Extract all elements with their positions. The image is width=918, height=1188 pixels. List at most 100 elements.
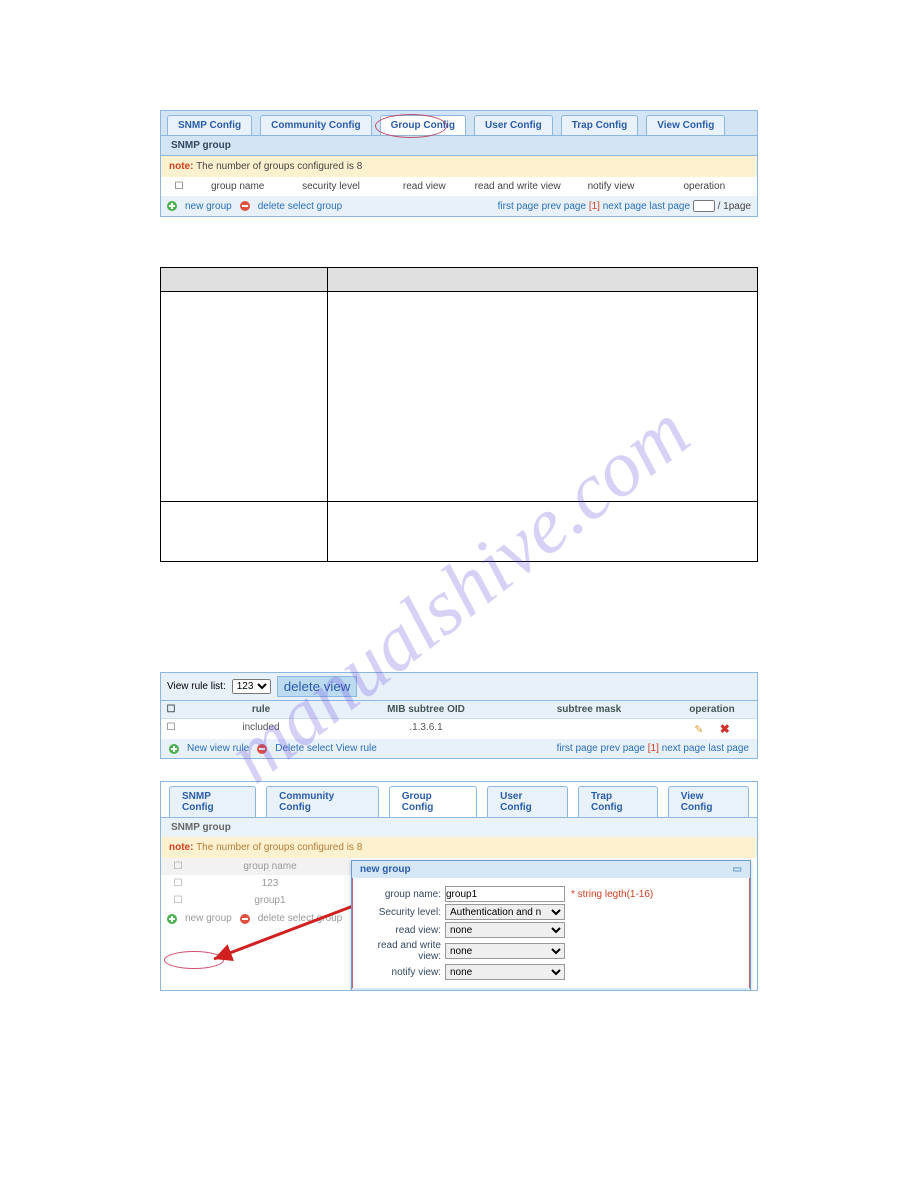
annotation-circle (164, 951, 224, 969)
delete-row-icon[interactable]: ✖ (716, 719, 734, 739)
pager: first page prev page [1] next page last … (498, 200, 751, 212)
delete-icon (240, 201, 250, 211)
col-notify-view: notify view (564, 181, 657, 192)
table-row: ☐ included .1.3.6.1 ✎ ✖ (161, 719, 757, 739)
plus-icon (169, 744, 179, 754)
col-group-name: group name (191, 181, 284, 192)
view-rule-toolbar: View rule list: 123 delete view (161, 673, 757, 701)
notify-view-select[interactable]: none (445, 964, 565, 980)
note-label: note: (169, 842, 193, 853)
new-group-link[interactable]: new group (185, 913, 232, 924)
table-row: ☐123 (161, 875, 351, 892)
group-config-with-dialog: SNMP Config Community Config Group Confi… (160, 781, 758, 991)
col-operation: operation (667, 701, 757, 718)
plus-icon (167, 914, 177, 924)
page-input[interactable] (693, 200, 715, 212)
delete-select-group-link[interactable]: delete select group (258, 201, 343, 212)
col-subtree-mask: subtree mask (511, 701, 667, 718)
tab-community-config[interactable]: Community Config (260, 115, 371, 135)
close-icon[interactable]: ▭ (733, 864, 742, 875)
cell-mask (511, 719, 667, 739)
tab-trap-config[interactable]: Trap Config (578, 786, 658, 817)
tab-bar: SNMP Config Community Config Group Confi… (161, 111, 757, 136)
dialog-titlebar: new group ▭ (352, 861, 750, 878)
tab-group-config[interactable]: Group Config (380, 115, 466, 135)
dialog-body: group name: * string legth(1-16) Securit… (352, 878, 750, 988)
rw-view-select[interactable]: none (445, 943, 565, 959)
panel-subheader: SNMP group (161, 818, 757, 837)
note-banner: note: The number of groups configured is… (161, 156, 757, 177)
pager: first page prev page [1] next page last … (557, 743, 749, 754)
next-page-link[interactable]: next page (662, 743, 706, 754)
tab-view-config[interactable]: View Config (646, 115, 725, 135)
view-rule-header: ☐ rule MIB subtree OID subtree mask oper… (161, 701, 757, 719)
note-text: The number of groups configured is 8 (196, 842, 362, 853)
current-page: [1] (589, 201, 600, 212)
select-all-checkbox[interactable]: ☐ (161, 701, 181, 718)
col-rule: rule (181, 701, 341, 718)
table-footer-row: new group delete select group first page… (161, 196, 757, 216)
tab-group-config[interactable]: Group Config (389, 786, 477, 817)
new-group-link[interactable]: new group (185, 201, 232, 212)
group-name-input[interactable] (445, 886, 565, 902)
tab-user-config[interactable]: User Config (487, 786, 568, 817)
new-group-dialog: new group ▭ group name: * string legth(1… (351, 860, 751, 991)
security-level-label: Security level: (363, 907, 441, 918)
group-name-hint: * string legth(1-16) (571, 889, 653, 900)
view-rule-footer: New view rule Delete select View rule fi… (161, 739, 757, 758)
view-rule-select[interactable]: 123 (232, 679, 271, 694)
rw-view-label: read and write view: (363, 940, 441, 962)
note-banner: note: The number of groups configured is… (161, 837, 757, 858)
first-page-link[interactable]: first page (498, 201, 539, 212)
row-checkbox[interactable]: ☐ (161, 719, 181, 739)
col-security-level: security level (284, 181, 377, 192)
tab-user-config[interactable]: User Config (474, 115, 553, 135)
tab-trap-config[interactable]: Trap Config (561, 115, 639, 135)
prev-page-link[interactable]: prev page (542, 201, 586, 212)
edit-icon[interactable]: ✎ (690, 721, 707, 739)
table-header: ☐ group name security level read view re… (161, 177, 757, 196)
view-rule-panel: View rule list: 123 delete view ☐ rule M… (160, 672, 758, 759)
tab-snmp-config[interactable]: SNMP Config (169, 786, 256, 817)
panel-subheader: SNMP group (161, 136, 757, 156)
cell-rule: included (181, 719, 341, 739)
next-page-link[interactable]: next page (603, 201, 647, 212)
group-name-label: group name: (363, 889, 441, 900)
new-view-rule-link[interactable]: New view rule (187, 743, 249, 754)
current-page: [1] (648, 743, 659, 754)
page-suffix: / 1page (718, 201, 751, 212)
delete-select-group-link[interactable]: delete select group (258, 913, 343, 924)
tab-snmp-config[interactable]: SNMP Config (167, 115, 252, 135)
cell-oid: .1.3.6.1 (341, 719, 511, 739)
description-table (160, 267, 758, 562)
read-view-label: read view: (363, 925, 441, 936)
col-rw-view: read and write view (471, 181, 564, 192)
col-read-view: read view (378, 181, 471, 192)
dialog-footer: save quit (352, 988, 750, 991)
col-operation: operation (658, 181, 751, 192)
read-view-select[interactable]: none (445, 922, 565, 938)
note-label: note: (169, 161, 193, 172)
delete-select-view-rule-link[interactable]: Delete select View rule (275, 743, 377, 754)
table-row: ☐group1 (161, 892, 351, 909)
dialog-title: new group (360, 864, 411, 875)
tab-community-config[interactable]: Community Config (266, 786, 379, 817)
plus-icon (167, 201, 177, 211)
delete-icon (257, 744, 267, 754)
notify-view-label: notify view: (363, 967, 441, 978)
tab-view-config[interactable]: View Config (668, 786, 749, 817)
view-rule-list-label: View rule list: (167, 681, 226, 692)
select-all-checkbox[interactable]: ☐ (167, 181, 191, 192)
col-mib-oid: MIB subtree OID (341, 701, 511, 718)
delete-view-button[interactable]: delete view (277, 676, 358, 697)
prev-page-link[interactable]: prev page (601, 743, 645, 754)
group-config-panel: SNMP Config Community Config Group Confi… (160, 110, 758, 217)
first-page-link[interactable]: first page (557, 743, 598, 754)
last-page-link[interactable]: last page (649, 201, 690, 212)
delete-icon (240, 914, 250, 924)
background-group-table: ☐group name ☐123 ☐group1 (161, 858, 351, 909)
tab-bar: SNMP Config Community Config Group Confi… (161, 782, 757, 818)
last-page-link[interactable]: last page (708, 743, 749, 754)
security-level-select[interactable]: Authentication and n (445, 904, 565, 920)
note-text: The number of groups configured is 8 (196, 161, 362, 172)
